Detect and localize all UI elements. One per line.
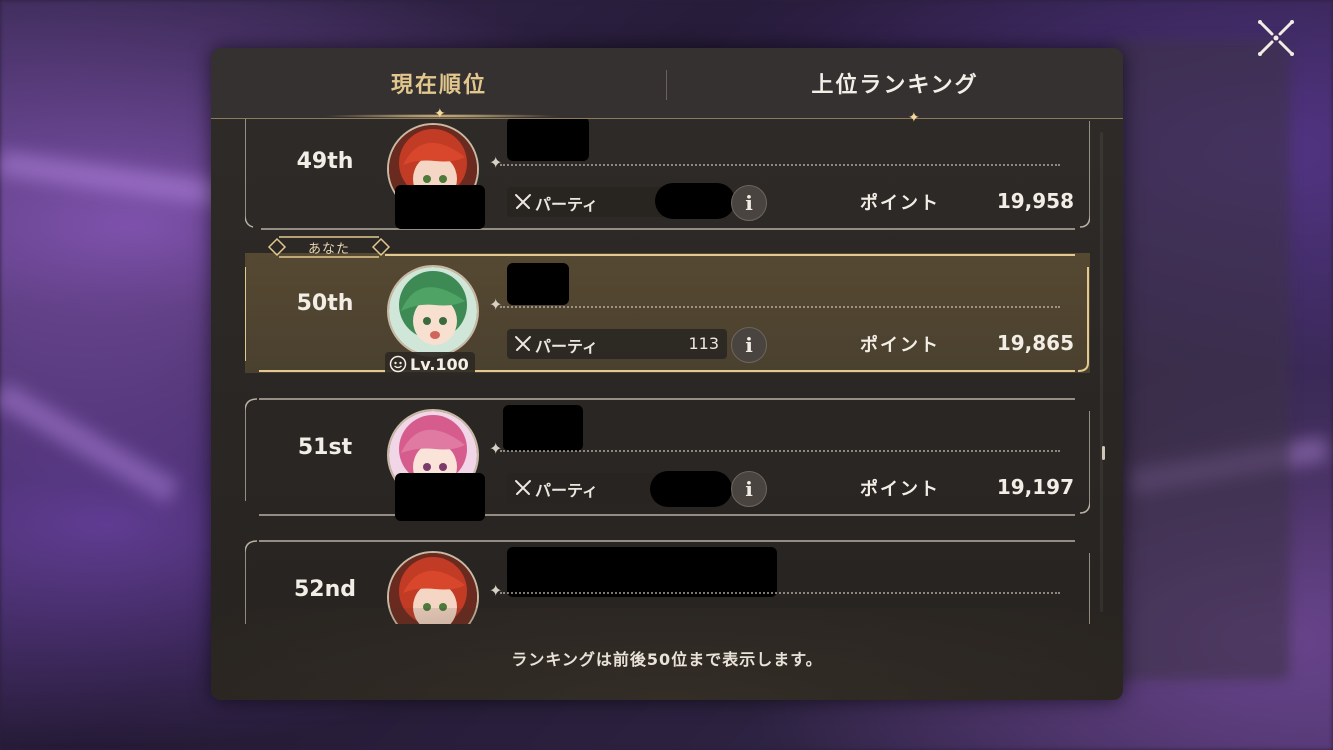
tab-current-rank-label: 現在順位 [390,73,487,98]
close-button[interactable] [1252,14,1300,62]
points-value: 19,197 [996,475,1074,499]
ranking-list[interactable]: 49th ✦ パーティ i ポイント 19,958 あなた 50th Lv.10… [211,119,1123,624]
row-divider [500,450,1060,452]
you-tag: あなた [267,235,391,259]
redacted-party-value [655,183,735,219]
you-tag-label: あなた [307,241,350,257]
scrollbar-thumb[interactable] [1102,446,1105,460]
tab-top-ranking[interactable]: 上位ランキング [667,48,1123,118]
ranking-row[interactable]: 51st ✦ パーティ i ポイント 19,197 [245,397,1090,521]
points-label: ポイント [860,193,940,214]
player-avatar[interactable] [387,265,479,357]
info-button[interactable]: i [731,185,767,221]
scrollbar-track [1100,132,1103,612]
redacted-info [395,185,485,229]
rank-label: 49th [296,149,354,174]
sparkle-icon: ✦ [489,153,503,172]
party-value: 113 [688,334,719,353]
points-value: 19,865 [996,331,1074,355]
redacted-name [507,263,569,305]
points-label: ポイント [860,335,940,356]
crossed-swords-icon [515,480,531,495]
points-label: ポイント [860,479,940,500]
rank-label: 52nd [293,577,357,602]
info-icon: i [745,191,753,215]
ranking-row[interactable]: 49th ✦ パーティ i ポイント 19,958 [245,119,1090,231]
sparkle-icon: ✦ [489,295,503,314]
green-hair-character-portrait [389,267,477,355]
level-face-icon [389,355,407,373]
close-x-icon [1258,20,1294,56]
info-button[interactable]: i [731,471,767,507]
footer-note: ランキングは前後50位まで表示します。 [511,650,823,669]
tab-top-ranking-label: 上位ランキング [811,73,979,98]
info-button[interactable]: i [731,327,767,363]
tab-bar: 現在順位 ✦ 上位ランキング ✦ [211,48,1123,126]
redacted-name [507,547,777,597]
level-text: Lv.100 [410,354,469,374]
party-label: パーティ [535,337,599,356]
ranking-row-you[interactable]: あなた 50th Lv.100 ✦ パーティ 113 i ポイント 19,865 [245,236,1090,376]
sparkle-icon: ✦ [489,439,503,458]
ranking-modal: 現在順位 ✦ 上位ランキング ✦ 49th ✦ パーティ i ポイント 19,9… [211,48,1123,700]
party-info: パーティ 113 [507,329,727,359]
background-panel [1110,40,1290,680]
sparkle-icon: ✦ [489,581,503,600]
redacted-info [395,473,485,521]
rank-label: 50th [296,291,354,316]
points-value: 19,958 [996,189,1074,213]
level-badge: Lv.100 [385,352,475,376]
crossed-swords-icon [515,194,531,209]
party-label: パーティ [535,481,599,500]
row-divider [500,306,1060,308]
rank-label: 51st [297,435,353,460]
info-icon: i [745,333,753,357]
redacted-name [503,405,583,451]
party-label: パーティ [535,195,599,214]
crossed-swords-icon [515,336,531,351]
redacted-name [507,119,589,161]
row-divider [500,592,1060,594]
redacted-party-value [650,471,732,507]
info-icon: i [745,477,753,501]
row-divider [500,164,1060,166]
